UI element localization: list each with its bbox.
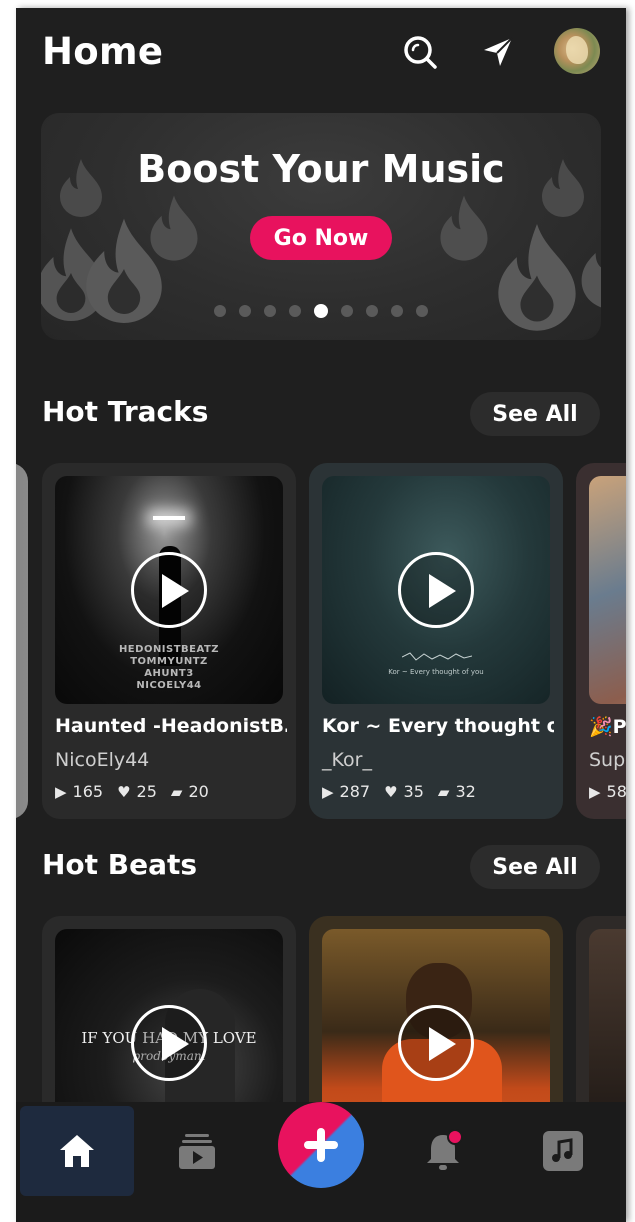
hot-beats-see-all-button[interactable]: See All — [470, 845, 600, 889]
feed-icon[interactable] — [162, 1106, 232, 1196]
carousel-dot[interactable] — [341, 305, 353, 317]
hot-beats-title: Hot Beats — [42, 848, 198, 881]
avatar[interactable] — [554, 28, 600, 74]
carousel-dot[interactable] — [239, 305, 251, 317]
like-count: 35 — [403, 782, 424, 801]
promo-banner[interactable]: Boost Your Music Go Now — [41, 113, 601, 340]
track-artist[interactable]: _Kor_ — [322, 749, 372, 771]
track-cover: HEDONISTBEATZ TOMMYUNTZ AHUNT3 NICOELY44 — [55, 476, 283, 704]
flame-icon — [581, 253, 601, 308]
play-button[interactable] — [131, 1005, 207, 1081]
play-count-icon: ▶ — [589, 782, 601, 801]
banner-title: Boost Your Music — [137, 147, 505, 191]
play-count-icon: ▶ — [55, 782, 67, 801]
flame-icon — [150, 195, 198, 261]
track-cover — [589, 476, 626, 704]
play-count: 287 — [339, 782, 371, 801]
cover-caption: Kor ~ Every thought of you — [388, 668, 484, 676]
go-now-button[interactable]: Go Now — [250, 216, 392, 260]
send-icon[interactable] — [478, 32, 518, 72]
app-screen: Home Boost Your Music Go Now Hot Tracks … — [16, 8, 626, 1222]
add-icon[interactable] — [278, 1102, 364, 1188]
track-card-partial[interactable]: 🎉P Sup ▶ 58 — [576, 463, 626, 819]
carousel-dot[interactable] — [391, 305, 403, 317]
bottom-nav — [16, 1102, 626, 1222]
carousel-dot-active[interactable] — [314, 304, 328, 318]
play-count: 165 — [72, 782, 104, 801]
heart-icon: ♥ — [117, 782, 131, 801]
comment-count: 20 — [188, 782, 209, 801]
like-count: 25 — [136, 782, 157, 801]
carousel-dot[interactable] — [264, 305, 276, 317]
track-artist[interactable]: NicoEly44 — [55, 749, 149, 771]
flame-icon — [440, 195, 488, 261]
carousel-dot[interactable] — [289, 305, 301, 317]
track-card[interactable]: HEDONISTBEATZ TOMMYUNTZ AHUNT3 NICOELY44… — [42, 463, 296, 819]
track-stats: ▶ 58 — [589, 782, 626, 801]
play-button[interactable] — [398, 552, 474, 628]
carousel-indicator — [41, 304, 601, 318]
cover-credits: HEDONISTBEATZ TOMMYUNTZ AHUNT3 NICOELY44 — [118, 644, 220, 691]
track-stats: ▶ 165 ♥ 25 ▰ 20 — [55, 782, 223, 801]
play-button[interactable] — [131, 552, 207, 628]
track-title[interactable]: 🎉P — [589, 715, 626, 738]
carousel-dot[interactable] — [366, 305, 378, 317]
comment-icon: ▰ — [170, 782, 183, 801]
track-title[interactable]: Kor ~ Every thought o… — [322, 715, 554, 737]
carousel-dot[interactable] — [214, 305, 226, 317]
track-artist[interactable]: Sup — [589, 749, 625, 771]
play-button[interactable] — [398, 1005, 474, 1081]
hot-tracks-see-all-button[interactable]: See All — [470, 392, 600, 436]
carousel-dot[interactable] — [416, 305, 428, 317]
track-title[interactable]: Haunted -HeadonistB… — [55, 715, 287, 737]
play-count-icon: ▶ — [322, 782, 334, 801]
track-stats: ▶ 287 ♥ 35 ▰ 32 — [322, 782, 490, 801]
notification-icon[interactable] — [408, 1106, 478, 1196]
header: Home — [16, 8, 626, 98]
track-card[interactable]: Kor ~ Every thought of you Kor ~ Every t… — [309, 463, 563, 819]
comment-count: 32 — [455, 782, 476, 801]
comment-icon: ▰ — [437, 782, 450, 801]
search-icon[interactable] — [400, 32, 440, 72]
music-library-icon[interactable] — [528, 1106, 598, 1196]
play-count: 58 — [606, 782, 626, 801]
heart-icon: ♥ — [384, 782, 398, 801]
page-title: Home — [42, 30, 164, 73]
hot-tracks-title: Hot Tracks — [42, 395, 209, 428]
track-cover: Kor ~ Every thought of you — [322, 476, 550, 704]
home-icon[interactable] — [20, 1106, 134, 1196]
track-card-partial[interactable] — [16, 463, 28, 819]
